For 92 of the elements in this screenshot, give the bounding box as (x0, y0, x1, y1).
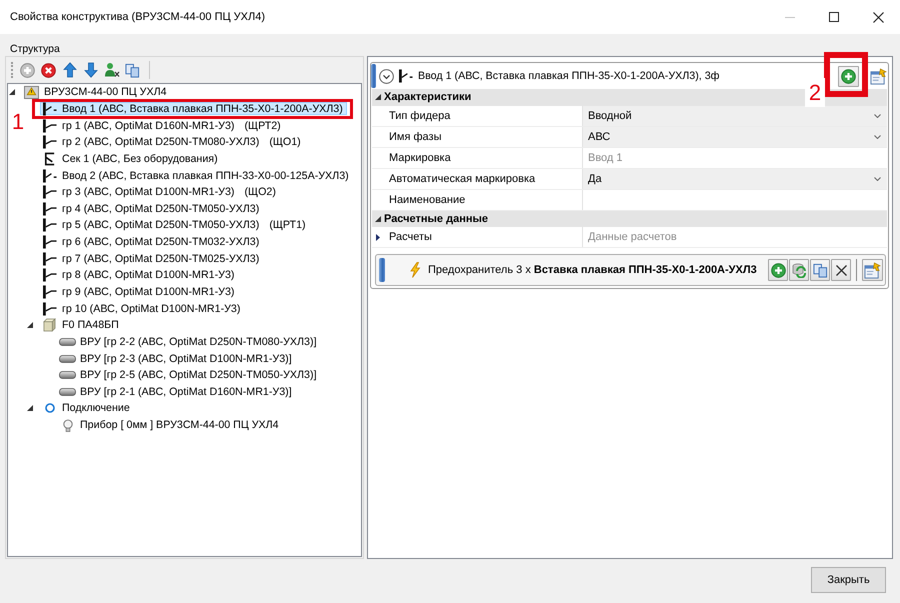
bulb-icon (62, 418, 72, 432)
close-dialog-button[interactable]: Закрыть (811, 567, 886, 593)
caret-icon[interactable] (27, 322, 33, 328)
user-icon (104, 62, 120, 78)
tree-item[interactable]: Сек 1 (АВС, Без оборудования) (40, 152, 222, 166)
window-title: Свойства конструктива (ВРУ3СМ-44-00 ПЦ УХЛ4) (9, 11, 265, 23)
tree-item[interactable]: гр 8 (АВС, OptiMat D100N-MR1-У3) (40, 268, 238, 282)
tree-item[interactable]: ВРУ [гр 2-1 (АВС, OptiMat D160N-MR1-У3)] (58, 385, 296, 398)
properties-button[interactable] (862, 259, 883, 281)
tree-item[interactable]: гр 10 (АВС, OptiMat D100N-MR1-У3) (40, 302, 244, 316)
breaker-symbol-icon (42, 268, 56, 282)
lightning-icon (409, 262, 421, 278)
item-tag: (ЩРТ2) (244, 120, 281, 132)
tree-item[interactable]: Прибор [ 0мм ] ВРУ3СМ-44-00 ПЦ УХЛ4 (58, 418, 283, 432)
breaker-symbol-icon (42, 118, 56, 133)
bar-icon (59, 371, 76, 380)
bar-icon (59, 354, 76, 363)
properties-icon (864, 262, 881, 278)
dropdown-field[interactable]: Вводной (583, 106, 887, 126)
add-icon (841, 68, 856, 84)
tree-item[interactable]: гр 1 (АВС, OptiMat D160N-MR1-У3) (ЩРТ2) (40, 119, 285, 132)
item-tag: (ЩО1) (269, 136, 301, 148)
close-icon (872, 12, 884, 22)
copy-icon (812, 262, 828, 278)
dropdown-field[interactable]: АВС (583, 126, 887, 146)
maximize-icon (829, 12, 839, 22)
close-icon (836, 264, 846, 276)
add-button[interactable] (768, 259, 788, 281)
element-title: Ввод 1 (АВС, Вставка плавкая ППН-35-Х0-1-200А-УХЛ3), 3ф (418, 70, 720, 82)
section-symbol-icon (43, 152, 56, 166)
copy-button[interactable] (810, 259, 830, 281)
switch-symbol-icon (42, 168, 56, 183)
tree-item[interactable]: гр 6 (АВС, OptiMat D250N-TM032-УХЛ3) (40, 236, 264, 249)
collapse-icon[interactable] (379, 68, 394, 84)
tree-item[interactable]: ВРУ [гр 2-3 (АВС, OptiMat D100N-MR1-У3)] (58, 352, 296, 366)
group-label: Структура (10, 42, 60, 56)
bar-icon (59, 388, 76, 396)
accent-bar (379, 258, 385, 282)
tree-item[interactable]: ВРУ3СМ-44-00 ПЦ УХЛ4 (22, 86, 171, 99)
refresh-icon (791, 262, 807, 278)
breaker-symbol-icon (42, 252, 56, 266)
tree-item[interactable]: Ввод 2 (АВС, Вставка плавкая ППН-33-Х0-00-125А-УХЛ3) (40, 169, 353, 182)
tree-item[interactable]: ВРУ [гр 2-2 (АВС, OptiMat D250N-TM080-УХЛ3)] (58, 335, 321, 348)
bar-icon (59, 338, 76, 346)
tree-item[interactable]: гр 5 (АВС, OptiMat D250N-TM050-УХЛ3) (ЩРТ1) (40, 218, 310, 232)
breaker-symbol-icon (42, 285, 56, 299)
tree-item[interactable]: гр 3 (АВС, OptiMat D100N-MR1-У3) (ЩО2) (40, 186, 280, 199)
category-header[interactable]: Расчетные данные (372, 210, 887, 227)
caret-icon[interactable] (375, 216, 381, 222)
add-icon (770, 262, 786, 278)
item-tag: (ЩРТ1) (269, 219, 306, 232)
arrow-down-icon (84, 62, 98, 78)
chevron-down-icon (874, 134, 881, 138)
tree-item[interactable]: ВРУ [гр 2-5 (АВС, OptiMat D250N-TM050-УХЛ3)] (58, 368, 321, 382)
arrow-up-icon (62, 62, 76, 78)
switch-symbol-icon (42, 102, 56, 116)
add-button[interactable] (838, 66, 859, 86)
caret-icon[interactable] (9, 89, 15, 96)
item-tag: (ЩО2) (244, 186, 276, 198)
minimize-icon (785, 16, 795, 18)
breaker-symbol-icon (42, 235, 56, 250)
caret-icon[interactable] (27, 405, 33, 412)
breaker-symbol-icon (42, 218, 56, 232)
tree-item[interactable]: гр 7 (АВС, OptiMat D250N-TM025-УХЛ3) (40, 252, 264, 266)
breaker-symbol-icon (42, 202, 56, 216)
copy-icon (125, 62, 140, 78)
component-label: Предохранитель 3 х Вставка плавкая ППН-35-Х0-1-200А-УХЛ3 (428, 264, 757, 276)
breaker-symbol-icon (42, 185, 56, 200)
breaker-symbol-icon (42, 135, 56, 150)
tree-item[interactable]: Ввод 1 (АВС, Вставка плавкая ППН-35-Х0-1-200А-УХЛ3) (40, 102, 347, 116)
switch-symbol-icon (399, 69, 413, 83)
delete-icon (41, 62, 56, 78)
add-icon (20, 62, 35, 78)
properties-icon (870, 68, 886, 84)
chevron-down-icon (874, 114, 881, 118)
tree-item[interactable]: F0 ПА48БП (40, 318, 123, 332)
accent-bar (371, 64, 376, 88)
chevron-down-icon (874, 176, 881, 180)
refresh-button[interactable] (789, 259, 809, 281)
box-warning-icon (24, 85, 39, 100)
tree-item[interactable]: гр 2 (АВС, OptiMat D250N-TM080-УХЛ3) (ЩО1) (40, 136, 305, 149)
properties-button[interactable] (868, 66, 888, 86)
tree-item[interactable]: Подключение (40, 402, 134, 415)
ring-icon (44, 403, 54, 414)
remove-button[interactable] (831, 259, 851, 281)
breaker-symbol-icon (42, 302, 56, 316)
cabinet-icon (43, 318, 56, 332)
caret-icon[interactable] (375, 94, 381, 100)
tree-item[interactable]: гр 9 (АВС, OptiMat D100N-MR1-У3) (40, 286, 238, 298)
dropdown-field[interactable]: Да (583, 168, 887, 188)
tree-item[interactable]: гр 4 (АВС, OptiMat D250N-TM050-УХЛ3) (40, 202, 264, 216)
annotation-number: 2 (805, 78, 825, 107)
